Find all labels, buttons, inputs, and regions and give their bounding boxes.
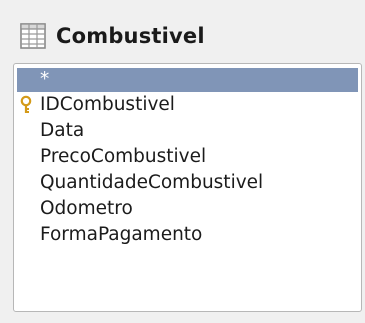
field-label: QuantidadeCombustivel <box>40 172 264 193</box>
field-label: Odometro <box>40 198 133 219</box>
field-label: IDCombustivel <box>40 94 175 115</box>
field-label: Data <box>40 120 85 141</box>
table-window: Combustivel * IDCombustivel Data PrecoCo… <box>0 0 365 323</box>
field-label: * <box>40 69 50 90</box>
field-item-formapagamento[interactable]: FormaPagamento <box>14 222 361 248</box>
field-item-odometro[interactable]: Odometro <box>14 196 361 222</box>
field-list[interactable]: * IDCombustivel Data PrecoCombustivel Qu… <box>13 63 362 312</box>
field-item-quantidadecombustivel[interactable]: QuantidadeCombustivel <box>14 170 361 196</box>
primary-key-icon <box>18 95 34 115</box>
field-label: PrecoCombustivel <box>40 146 207 167</box>
table-title: Combustivel <box>56 24 205 48</box>
table-icon <box>18 21 48 51</box>
field-label: FormaPagamento <box>40 224 203 245</box>
field-item-data[interactable]: Data <box>14 118 361 144</box>
table-header[interactable]: Combustivel <box>18 20 205 52</box>
field-item-all[interactable]: * <box>17 68 358 92</box>
field-item-precocombustivel[interactable]: PrecoCombustivel <box>14 144 361 170</box>
field-item-idcombustivel[interactable]: IDCombustivel <box>14 92 361 118</box>
